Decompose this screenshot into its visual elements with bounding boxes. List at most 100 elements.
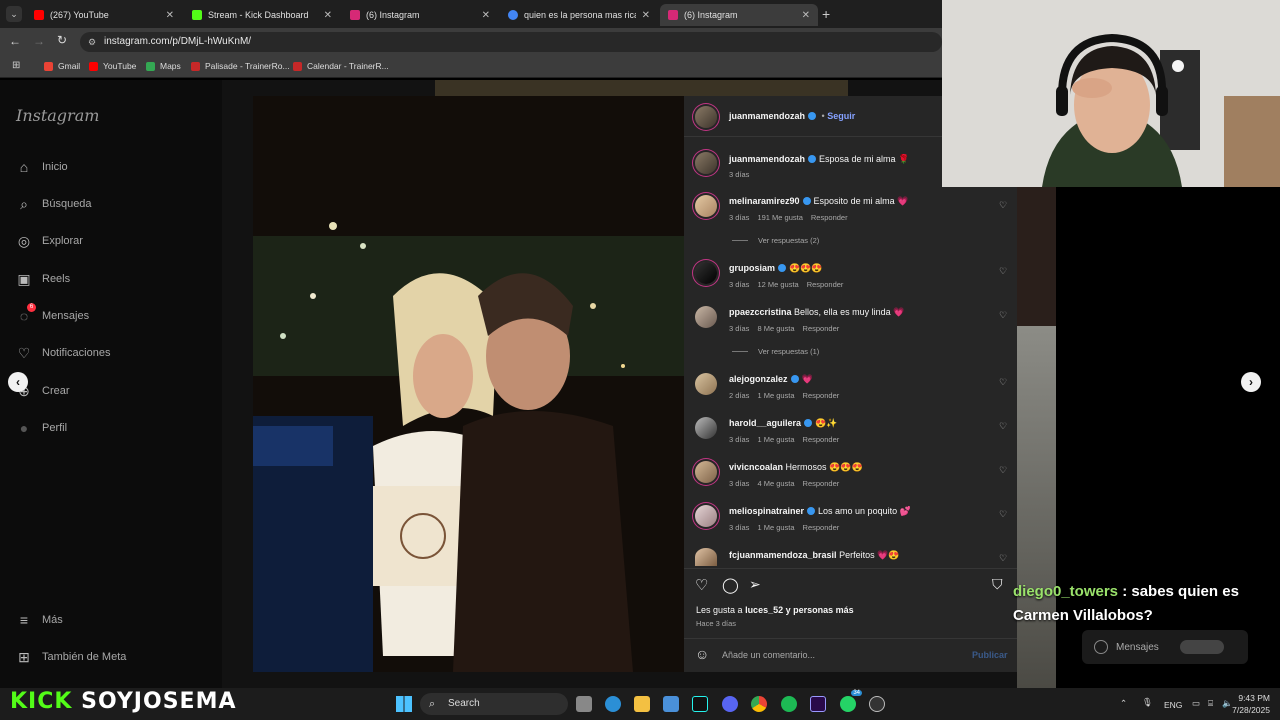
likes-suffix[interactable]: y personas más xyxy=(786,605,854,615)
comment-avatar[interactable] xyxy=(695,505,717,527)
comment-icon[interactable]: ◯ xyxy=(722,576,739,594)
nav-search[interactable]: ⌕ Búsqueda xyxy=(16,196,91,212)
premiere-icon[interactable] xyxy=(810,696,826,712)
browser-tab-2[interactable]: (6) Instagram ✕ xyxy=(342,4,498,26)
comment-avatar[interactable] xyxy=(695,461,717,483)
close-icon[interactable]: ✕ xyxy=(642,10,650,21)
comment-like-icon[interactable]: ♡ xyxy=(999,200,1007,211)
comment-avatar[interactable] xyxy=(695,548,717,566)
tiktok-icon[interactable] xyxy=(692,696,708,712)
back-icon[interactable]: ← xyxy=(9,34,21,48)
nav-profile[interactable]: ● Perfil xyxy=(16,420,67,436)
nav-reels[interactable]: ▣ Reels xyxy=(16,271,70,287)
microphone-icon[interactable]: 🎙 xyxy=(1142,697,1153,708)
reply-button[interactable]: Responder xyxy=(811,213,848,222)
clock-time[interactable]: 9:43 PM xyxy=(1238,693,1270,703)
close-icon[interactable]: ✕ xyxy=(482,10,490,21)
comment-likes[interactable]: 1 Me gusta xyxy=(757,435,794,444)
comment-likes[interactable]: 12 Me gusta xyxy=(757,280,798,289)
store-icon[interactable] xyxy=(663,696,679,712)
author-avatar[interactable] xyxy=(695,106,717,128)
messages-widget[interactable]: Mensajes xyxy=(1082,630,1248,664)
address-bar[interactable]: ⚙ instagram.com/p/DMjL-hWuKnM/ xyxy=(80,32,942,52)
comment-likes[interactable]: 4 Me gusta xyxy=(757,479,794,488)
browser-tab-3[interactable]: quien es la persona mas rica de ✕ xyxy=(500,4,658,26)
post-photo[interactable] xyxy=(253,96,684,672)
windows-start-icon[interactable] xyxy=(396,696,412,712)
comment-username[interactable]: fcjuanmamendoza_brasil xyxy=(729,550,837,560)
close-icon[interactable]: ✕ xyxy=(166,10,174,21)
bookmark-maps[interactable]: Maps xyxy=(146,61,181,71)
comment-like-icon[interactable]: ♡ xyxy=(999,377,1007,388)
comment-like-icon[interactable]: ♡ xyxy=(999,553,1007,564)
likes-user[interactable]: luces_52 xyxy=(745,605,783,615)
browser-tab-0[interactable]: (267) YouTube ✕ xyxy=(26,4,182,26)
emoji-icon[interactable]: ☺ xyxy=(695,646,709,662)
reload-icon[interactable]: ↻ xyxy=(57,33,67,47)
reply-button[interactable]: Responder xyxy=(803,479,840,488)
post-date[interactable]: Hace 3 días xyxy=(696,619,736,628)
comment-username[interactable]: gruposiam xyxy=(729,263,775,273)
comment-username[interactable]: meliospinatrainer xyxy=(729,506,804,516)
nav-messages[interactable]: ◌ 6 Mensajes xyxy=(16,303,89,324)
comment-avatar[interactable] xyxy=(695,306,717,328)
browser-tab-1[interactable]: Stream - Kick Dashboard ✕ xyxy=(184,4,340,26)
reply-button[interactable]: Responder xyxy=(803,324,840,333)
view-replies-button[interactable]: Ver respuestas (2) xyxy=(732,236,819,245)
reply-button[interactable]: Responder xyxy=(803,435,840,444)
comment-likes[interactable]: 8 Me gusta xyxy=(757,324,794,333)
task-view-icon[interactable] xyxy=(576,696,592,712)
like-icon[interactable]: ♡ xyxy=(695,576,708,594)
tab-list-dropdown-icon[interactable]: ⌄ xyxy=(6,6,22,22)
obs-icon[interactable] xyxy=(869,696,885,712)
chrome-icon[interactable] xyxy=(751,696,767,712)
chevron-up-icon[interactable]: ⌃ xyxy=(1120,698,1127,709)
taskbar-search[interactable]: ⌕ Search xyxy=(420,693,568,715)
comment-avatar[interactable] xyxy=(695,417,717,439)
language-indicator[interactable]: ENG xyxy=(1164,700,1182,710)
comment-like-icon[interactable]: ♡ xyxy=(999,310,1007,321)
instagram-logo[interactable]: Instagram xyxy=(16,106,99,125)
display-icon[interactable]: ▭ xyxy=(1192,698,1200,709)
comment-likes[interactable]: 1 Me gusta xyxy=(757,391,794,400)
comment-avatar[interactable] xyxy=(695,373,717,395)
bookmark-palisade[interactable]: Palisade - TrainerRo... xyxy=(191,61,290,71)
view-replies-button[interactable]: Ver respuestas (1) xyxy=(732,347,819,356)
follow-button[interactable]: Seguir xyxy=(827,111,855,121)
comment-username[interactable]: ppaezccristina xyxy=(729,307,792,317)
nav-also-from-meta[interactable]: ⊞ También de Meta xyxy=(16,649,126,665)
previous-post-button[interactable]: ‹ xyxy=(8,372,28,392)
reply-button[interactable]: Responder xyxy=(807,280,844,289)
save-icon[interactable]: ⛉ xyxy=(992,576,1003,593)
comment-username[interactable]: vivicncoalan xyxy=(729,462,783,472)
nav-home[interactable]: ⌂ Inicio xyxy=(16,159,68,175)
clock-date[interactable]: 7/28/2025 xyxy=(1228,705,1270,715)
comment-like-icon[interactable]: ♡ xyxy=(999,266,1007,277)
comment-likes[interactable]: 1 Me gusta xyxy=(757,523,794,532)
new-tab-icon[interactable]: + xyxy=(822,6,830,22)
bookmark-youtube[interactable]: YouTube xyxy=(89,61,136,71)
network-icon[interactable]: ⌸ xyxy=(1208,698,1213,709)
comment-like-icon[interactable]: ♡ xyxy=(999,509,1007,520)
comment-like-icon[interactable]: ♡ xyxy=(999,465,1007,476)
comment-username[interactable]: harold__aguilera xyxy=(729,418,801,428)
browser-tab-4[interactable]: (6) Instagram ✕ xyxy=(660,4,818,26)
comment-input[interactable]: Añade un comentario... xyxy=(722,650,815,660)
caption-avatar[interactable] xyxy=(695,152,717,174)
close-icon[interactable]: ✕ xyxy=(324,10,332,21)
comment-username[interactable]: alejogonzalez xyxy=(729,374,788,384)
whatsapp-icon[interactable]: 34 xyxy=(840,690,862,712)
comment-avatar[interactable] xyxy=(695,195,717,217)
caption-username[interactable]: juanmamendozah xyxy=(729,154,805,164)
forward-icon[interactable]: → xyxy=(33,34,45,48)
reply-button[interactable]: Responder xyxy=(803,523,840,532)
apps-icon[interactable]: ⊞ xyxy=(12,60,20,71)
next-post-button[interactable]: › xyxy=(1241,372,1261,392)
close-icon[interactable]: ✕ xyxy=(802,10,810,21)
author-username[interactable]: juanmamendozah xyxy=(729,111,805,121)
publish-button[interactable]: Publicar xyxy=(972,650,1008,660)
comment-like-icon[interactable]: ♡ xyxy=(999,421,1007,432)
reply-button[interactable]: Responder xyxy=(803,391,840,400)
comment-avatar[interactable] xyxy=(695,262,717,284)
share-icon[interactable]: ➢ xyxy=(749,576,761,593)
